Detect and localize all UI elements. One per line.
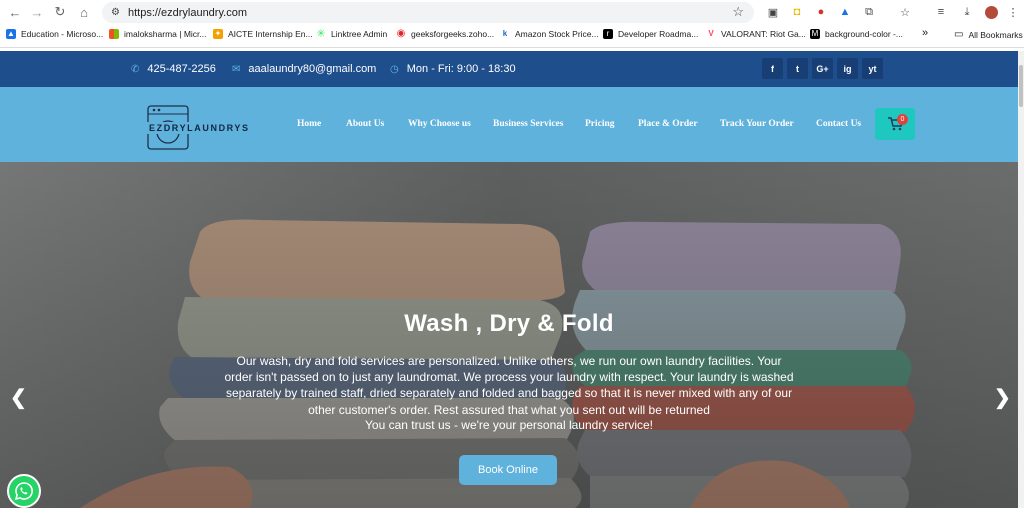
aicte-icon: ✦ (213, 29, 223, 39)
edge-icon: ▲ (6, 29, 16, 39)
back-icon[interactable]: ← (4, 1, 26, 23)
email-info[interactable]: ✉ aaalaundry80@gmail.com (232, 63, 376, 75)
nav-track-order[interactable]: Track Your Order (720, 119, 794, 129)
cart-button[interactable]: 0 (875, 108, 915, 140)
forward-icon[interactable]: → (26, 1, 48, 23)
download-icon[interactable]: ⤓ (958, 3, 976, 21)
profile-avatar[interactable] (982, 3, 1000, 21)
bookmark-item[interactable]: Mbackground-color -... (810, 29, 903, 39)
site-logo[interactable]: EZDRYLAUNDRYS (147, 105, 255, 151)
phone-icon: ✆ (131, 63, 140, 75)
site-info-icon[interactable]: ⚙ (111, 7, 120, 18)
hours-info: ◷ Mon - Fri: 9:00 - 18:30 (390, 63, 516, 75)
slider-next-icon[interactable]: ❯ (994, 385, 1011, 410)
k-icon: k (502, 29, 508, 38)
nav-business-services[interactable]: Business Services (493, 119, 563, 129)
phone-info[interactable]: ✆ 425-487-2256 (131, 63, 216, 75)
home-icon[interactable]: ⌂ (73, 1, 95, 23)
twitter-icon[interactable]: t (787, 58, 808, 79)
roadmap-icon: r (603, 29, 613, 39)
nav-why-choose-us[interactable]: Why Choose us (408, 119, 471, 129)
url-text: https://ezdrylaundry.com (127, 6, 247, 19)
bookmark-item[interactable]: ✳ Linktree Admin (316, 28, 387, 40)
mail-icon: ✉ (232, 63, 241, 75)
all-bookmarks[interactable]: ▭ All Bookmarks (954, 29, 1023, 40)
zoho-icon: ◉ (396, 28, 406, 39)
bookmark-star-icon[interactable]: ☆ (732, 4, 744, 20)
extension-icon[interactable]: ◘ (788, 3, 806, 21)
hero-tagline: You can trust us - we're your personal l… (365, 418, 653, 432)
mdn-icon: M (810, 29, 820, 39)
menu-icon[interactable]: ⋮ (1004, 3, 1022, 21)
cast-icon[interactable]: ▣ (764, 3, 782, 21)
address-bar[interactable]: ⚙ https://ezdrylaundry.com ☆ (102, 2, 754, 23)
hero-description: Our wash, dry and fold services are pers… (224, 354, 794, 417)
more-bookmarks-icon[interactable]: » (922, 27, 928, 39)
scrollbar-thumb[interactable] (1019, 65, 1023, 107)
bookmark-item[interactable]: ▲ Education - Microso... (6, 29, 103, 39)
nav-place-order[interactable]: Place & Order (638, 119, 698, 129)
clock-icon: ◷ (390, 63, 399, 75)
reading-list-icon[interactable]: ≡ (932, 3, 950, 21)
bookmarks-star-icon[interactable]: ☆ (896, 3, 914, 21)
bookmark-item[interactable]: r Developer Roadma... (603, 29, 698, 39)
nav-contact-us[interactable]: Contact Us (816, 119, 861, 129)
browser-toolbar: ← → ↻ ⌂ ⚙ https://ezdrylaundry.com ☆ ▣ ◘… (0, 0, 1024, 25)
bookmark-item[interactable]: ✦ AICTE Internship En... (213, 29, 313, 39)
valorant-icon: V (708, 29, 714, 38)
nav-about-us[interactable]: About Us (346, 119, 384, 129)
extensions-puzzle-icon[interactable]: ⧉ (860, 3, 878, 21)
page-scrollbar[interactable] (1018, 51, 1024, 508)
youtube-icon[interactable]: yt (862, 58, 883, 79)
nav-home[interactable]: Home (297, 119, 321, 129)
bookmark-item[interactable]: k Amazon Stock Price... (500, 29, 599, 39)
cart-count-badge: 0 (897, 114, 908, 125)
bookmark-item[interactable]: imaloksharma | Micr... (109, 29, 207, 39)
whatsapp-button[interactable] (7, 474, 41, 508)
bookmark-item[interactable]: ◉ geeksforgeeks.zoho... (396, 28, 495, 40)
microsoft-icon (109, 29, 119, 39)
hero-title: Wash , Dry & Fold (404, 310, 614, 337)
slider-prev-icon[interactable]: ❮ (10, 385, 27, 410)
instagram-icon[interactable]: ig (837, 58, 858, 79)
bookmarks-bar: ▲ Education - Microso... imaloksharma | M… (0, 25, 1024, 48)
contact-topbar: ✆ 425-487-2256 ✉ aaalaundry80@gmail.com ◷ M… (0, 51, 1018, 87)
logo-text: EZDRYLAUNDRYS (149, 123, 250, 133)
nav-pricing[interactable]: Pricing (585, 119, 615, 129)
whatsapp-icon (14, 482, 33, 501)
bookmark-item[interactable]: V VALORANT: Riot Ga... (706, 29, 806, 39)
linktree-icon: ✳ (316, 28, 326, 40)
reload-icon[interactable]: ↻ (49, 1, 71, 23)
google-plus-icon[interactable]: G+ (812, 58, 833, 79)
extension-icon[interactable]: ▲ (836, 3, 854, 21)
color-picker-icon[interactable]: ● (812, 3, 830, 21)
book-online-button[interactable]: Book Online (459, 455, 557, 485)
folder-icon: ▭ (954, 29, 964, 40)
facebook-icon[interactable]: f (762, 58, 783, 79)
